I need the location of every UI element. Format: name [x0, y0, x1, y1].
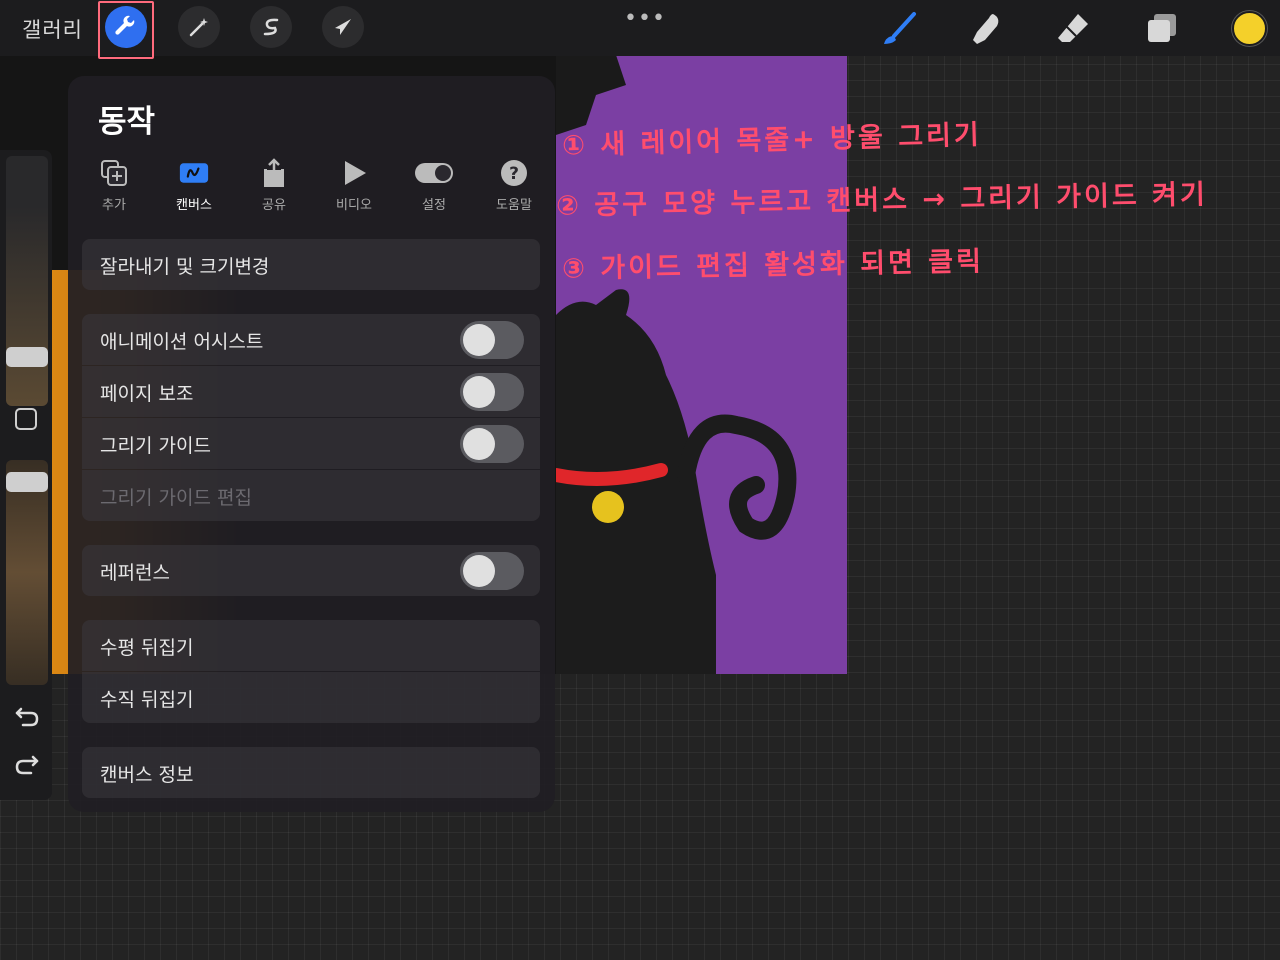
actions-popover: 동작 추가 캔버스 공유 비디오 설정 ? 도움말 잘라내기 및 크기변경 애니… [68, 76, 555, 812]
smudge-finger-icon[interactable] [967, 10, 1005, 48]
animation-assist-toggle[interactable] [460, 321, 524, 359]
undo-icon[interactable] [13, 701, 41, 729]
tab-add-label: 추가 [102, 198, 126, 213]
share-icon [264, 158, 284, 187]
tab-help-label: 도움말 [496, 198, 532, 213]
page-assist-label: 페이지 보조 [100, 383, 194, 405]
layers-icon[interactable] [1142, 10, 1180, 48]
opacity-slider-knob[interactable] [6, 472, 48, 492]
crop-resize-row[interactable]: 잘라내기 및 크기변경 [82, 239, 540, 290]
actions-wrench-button[interactable] [105, 6, 147, 48]
canvas-icon [179, 163, 209, 183]
tab-preferences-label: 설정 [422, 198, 446, 213]
opacity-slider[interactable] [6, 460, 48, 685]
arrow-cursor-icon [335, 19, 351, 35]
page-assist-row[interactable]: 페이지 보조 [82, 366, 540, 417]
wrench-icon [115, 15, 135, 35]
left-sidebar [0, 150, 52, 800]
transform-button[interactable] [322, 6, 364, 48]
adjustments-button[interactable] [178, 6, 220, 48]
reference-toggle[interactable] [460, 552, 524, 590]
animation-assist-label: 애니메이션 어시스트 [100, 331, 264, 353]
toggle-knob [463, 376, 495, 408]
magic-wand-icon [189, 18, 208, 37]
toggle-knob [463, 428, 495, 460]
drawing-guide-toggle[interactable] [460, 425, 524, 463]
canvas-info-label: 캔버스 정보 [100, 764, 194, 786]
drawing-guide-label: 그리기 가이드 [100, 435, 211, 457]
brush-size-slider-knob[interactable] [6, 347, 48, 367]
svg-text:?: ? [509, 164, 519, 184]
crop-resize-label: 잘라내기 및 크기변경 [100, 256, 270, 278]
tab-canvas-label: 캔버스 [176, 198, 212, 213]
top-toolbar: 갤러리 ••• [0, 0, 1280, 59]
flip-vertical-label: 수직 뒤집기 [100, 689, 194, 711]
redo-icon[interactable] [13, 753, 41, 781]
selection-button[interactable] [250, 6, 292, 48]
reference-row[interactable]: 레퍼런스 [82, 545, 540, 596]
flip-horizontal-label: 수평 뒤집기 [100, 637, 194, 659]
prefs-toggle-icon [415, 163, 453, 183]
toggle-knob [463, 324, 495, 356]
tab-share-label: 공유 [262, 198, 286, 213]
tab-add[interactable]: 추가 [84, 158, 144, 213]
reference-label: 레퍼런스 [100, 562, 170, 584]
tab-share[interactable]: 공유 [244, 158, 304, 213]
selection-s-icon [263, 18, 279, 36]
add-icon [101, 160, 127, 186]
eraser-icon[interactable] [1054, 10, 1092, 48]
tab-preferences[interactable]: 설정 [404, 158, 464, 213]
gallery-button[interactable]: 갤러리 [22, 14, 83, 44]
animation-assist-row[interactable]: 애니메이션 어시스트 [82, 314, 540, 365]
video-play-icon [345, 161, 366, 185]
tab-video-label: 비디오 [336, 198, 372, 213]
brush-icon[interactable] [880, 10, 918, 48]
help-icon: ? [501, 160, 527, 186]
flip-vertical-row[interactable]: 수직 뒤집기 [82, 672, 540, 723]
toggle-knob [463, 555, 495, 587]
canvas-info-row[interactable]: 캔버스 정보 [82, 747, 540, 798]
tab-help[interactable]: ? 도움말 [484, 158, 544, 213]
color-swatch-button[interactable] [1232, 11, 1267, 46]
tab-video[interactable]: 비디오 [324, 158, 384, 213]
flip-horizontal-row[interactable]: 수평 뒤집기 [82, 620, 540, 671]
brush-size-slider[interactable] [6, 156, 48, 406]
modify-square-button[interactable] [15, 408, 37, 430]
annotation-step-3: ③ 가이드 편집 활성화 되면 클릭 [561, 246, 985, 285]
more-options-dots[interactable]: ••• [624, 6, 666, 31]
page-assist-toggle[interactable] [460, 373, 524, 411]
edit-drawing-guide-label: 그리기 가이드 편집 [100, 487, 252, 509]
edit-drawing-guide-row: 그리기 가이드 편집 [82, 470, 540, 521]
tab-canvas[interactable]: 캔버스 [164, 158, 224, 213]
drawing-guide-row[interactable]: 그리기 가이드 [82, 418, 540, 469]
popover-title: 동작 [98, 104, 156, 140]
